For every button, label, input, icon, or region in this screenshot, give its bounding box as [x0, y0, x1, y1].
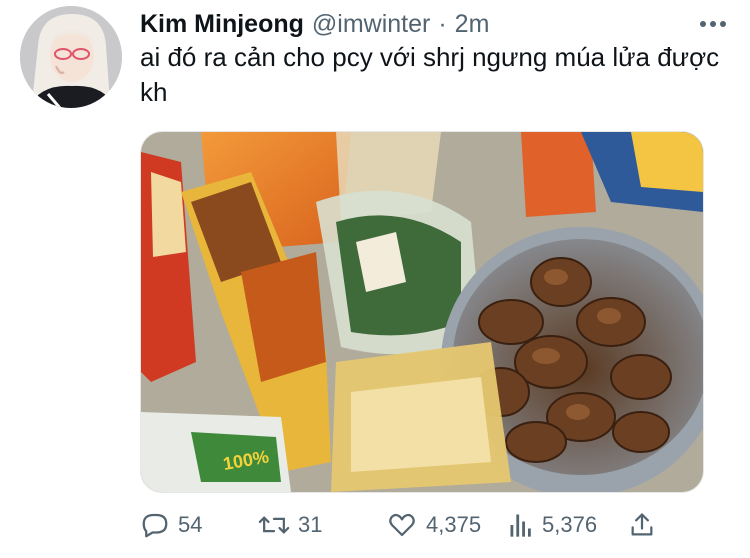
tweet-photo[interactable]: 100% — [140, 131, 704, 493]
tweet-header: Kim Minjeong @imwinter · 2m — [140, 8, 726, 40]
avatar-image — [20, 6, 122, 108]
tweet-actions: 54 31 4,375 5,376 — [140, 508, 740, 542]
retweet-button[interactable]: 31 — [258, 508, 322, 542]
retweet-icon — [258, 516, 290, 534]
tweet-text: ai đó ra cản cho pcy với shrj ngưng múa … — [140, 42, 720, 107]
like-button[interactable]: 4,375 — [386, 508, 481, 542]
views-icon — [510, 514, 531, 537]
author-handle[interactable]: @imwinter — [312, 10, 430, 39]
share-icon — [631, 513, 653, 536]
reply-button[interactable]: 54 — [140, 508, 202, 542]
like-count: 4,375 — [426, 512, 482, 537]
retweet-count: 31 — [298, 512, 323, 537]
share-button[interactable] — [628, 508, 656, 542]
reply-icon — [142, 513, 168, 538]
more-horizontal-icon[interactable] — [700, 8, 726, 40]
views-count: 5,376 — [542, 512, 598, 537]
separator-dot: · — [438, 9, 447, 38]
reply-count: 54 — [178, 512, 203, 537]
avatar[interactable] — [20, 6, 122, 108]
tweet-time[interactable]: 2m — [455, 10, 490, 39]
author-name[interactable]: Kim Minjeong — [140, 10, 304, 39]
views-button[interactable]: 5,376 — [508, 508, 597, 542]
like-icon — [389, 513, 415, 537]
